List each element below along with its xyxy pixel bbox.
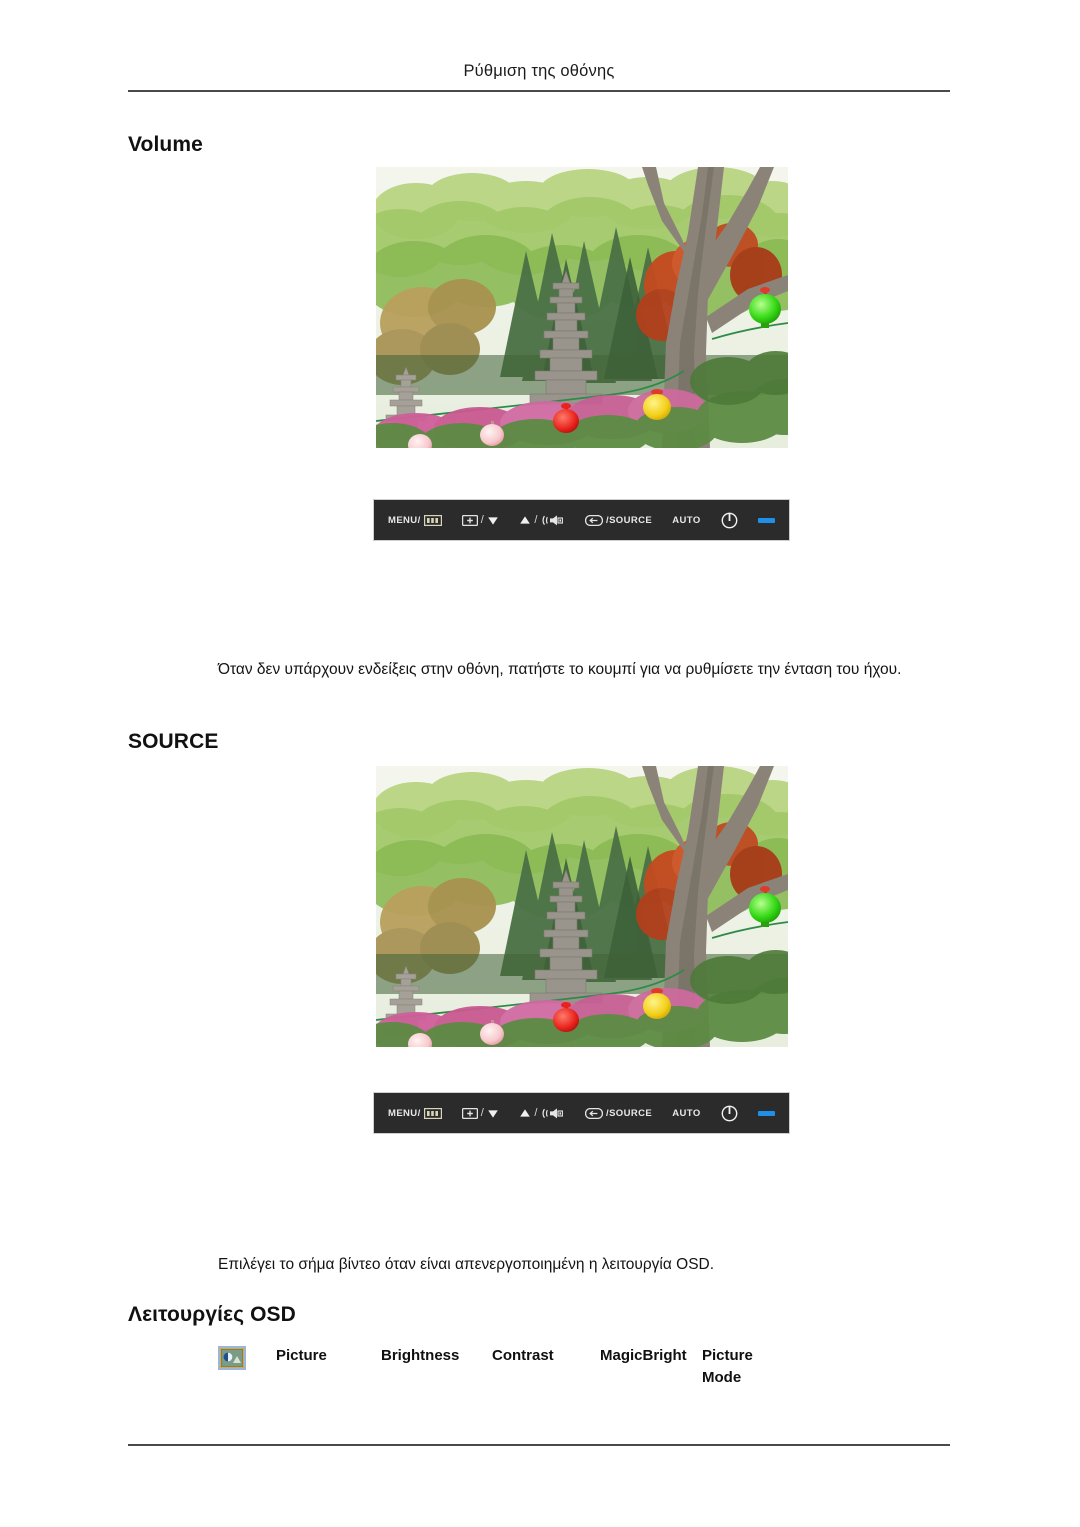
- power-icon: [721, 512, 738, 528]
- monitor-control-bar-source[interactable]: MENU/ / / /SOURCE AUTO: [373, 1092, 790, 1134]
- up-volume-button[interactable]: /: [519, 514, 564, 527]
- auto-button[interactable]: AUTO: [672, 1108, 700, 1119]
- section-heading-osd: Λειτουργίες OSD: [128, 1303, 296, 1326]
- down-arrow-icon: [488, 516, 499, 525]
- button-separator: /: [480, 514, 485, 526]
- paragraph-source: Επιλέγει το σήμα βίντεο όταν είναι απενε…: [218, 1256, 715, 1273]
- power-button[interactable]: [721, 512, 738, 529]
- speaker-icon: [542, 514, 563, 525]
- section-heading-volume: Volume: [128, 133, 203, 156]
- auto-button-label: AUTO: [672, 514, 701, 526]
- osd-menu-icon: [423, 514, 442, 526]
- source-enter-icon: [585, 1107, 604, 1119]
- section-heading-source: SOURCE: [128, 730, 219, 753]
- monitor-photo-volume: [376, 167, 788, 448]
- source-button[interactable]: /SOURCE: [585, 1107, 653, 1119]
- document-page: Ρύθμιση της οθόνης Volume MENU/ / / /SOU…: [0, 0, 1080, 1527]
- picture-icon-glyph: [221, 1349, 243, 1367]
- menu-button[interactable]: MENU/: [388, 515, 442, 526]
- source-button[interactable]: /SOURCE: [585, 514, 653, 526]
- running-header: Ρύθμιση της οθόνης: [463, 62, 615, 80]
- osd-icon-cell: [218, 1345, 276, 1370]
- source-button-label: /SOURCE: [606, 1107, 653, 1119]
- power-led-indicator: [757, 517, 775, 523]
- menu-button-label: MENU/: [388, 514, 421, 526]
- source-button-label: /SOURCE: [606, 514, 653, 526]
- osd-cell-brightness: Brightness: [381, 1347, 460, 1364]
- up-volume-button[interactable]: /: [519, 1107, 564, 1120]
- source-enter-icon: [585, 514, 604, 526]
- auto-button-label: AUTO: [672, 1107, 701, 1119]
- down-arrow-icon: [488, 1109, 499, 1118]
- button-separator: /: [534, 514, 538, 526]
- osd-cell-picture: Picture: [276, 1347, 327, 1364]
- button-separator: /: [480, 1107, 485, 1119]
- osd-menu-icon: [423, 1107, 442, 1119]
- power-button[interactable]: [721, 1105, 738, 1122]
- up-arrow-icon: [520, 515, 531, 524]
- up-arrow-icon: [520, 1108, 531, 1117]
- osd-cell-contrast: Contrast: [492, 1347, 554, 1364]
- enter-down-button[interactable]: /: [461, 1107, 499, 1119]
- picture-icon: [218, 1346, 246, 1370]
- paragraph-volume: Όταν δεν υπάρχουν ενδείξεις στην οθόνη, …: [218, 661, 902, 678]
- enter-down-button[interactable]: /: [461, 514, 499, 526]
- button-separator: /: [534, 1107, 538, 1119]
- menu-button-label: MENU/: [388, 1107, 421, 1119]
- garden-photo-illustration-2: [376, 766, 788, 1047]
- footer-divider: [128, 1444, 950, 1446]
- header-divider: [128, 90, 950, 92]
- enter-icon: [461, 1107, 478, 1119]
- monitor-photo-source: [376, 766, 788, 1047]
- osd-functions-table: Picture Brightness Contrast MagicBright …: [218, 1345, 792, 1389]
- speaker-icon: [542, 1107, 563, 1118]
- auto-button[interactable]: AUTO: [672, 515, 700, 526]
- led-icon: [757, 517, 775, 523]
- garden-photo-illustration: [376, 167, 788, 448]
- power-led-indicator: [757, 1110, 775, 1116]
- osd-cell-magicbright: MagicBright: [600, 1347, 687, 1364]
- osd-cell-picture-mode: Picture Mode: [702, 1347, 753, 1386]
- led-icon: [757, 1110, 775, 1116]
- power-icon: [721, 1105, 738, 1121]
- monitor-control-bar-volume[interactable]: MENU/ / / /SOURCE AUTO: [373, 499, 790, 541]
- enter-icon: [461, 514, 478, 526]
- menu-button[interactable]: MENU/: [388, 1108, 442, 1119]
